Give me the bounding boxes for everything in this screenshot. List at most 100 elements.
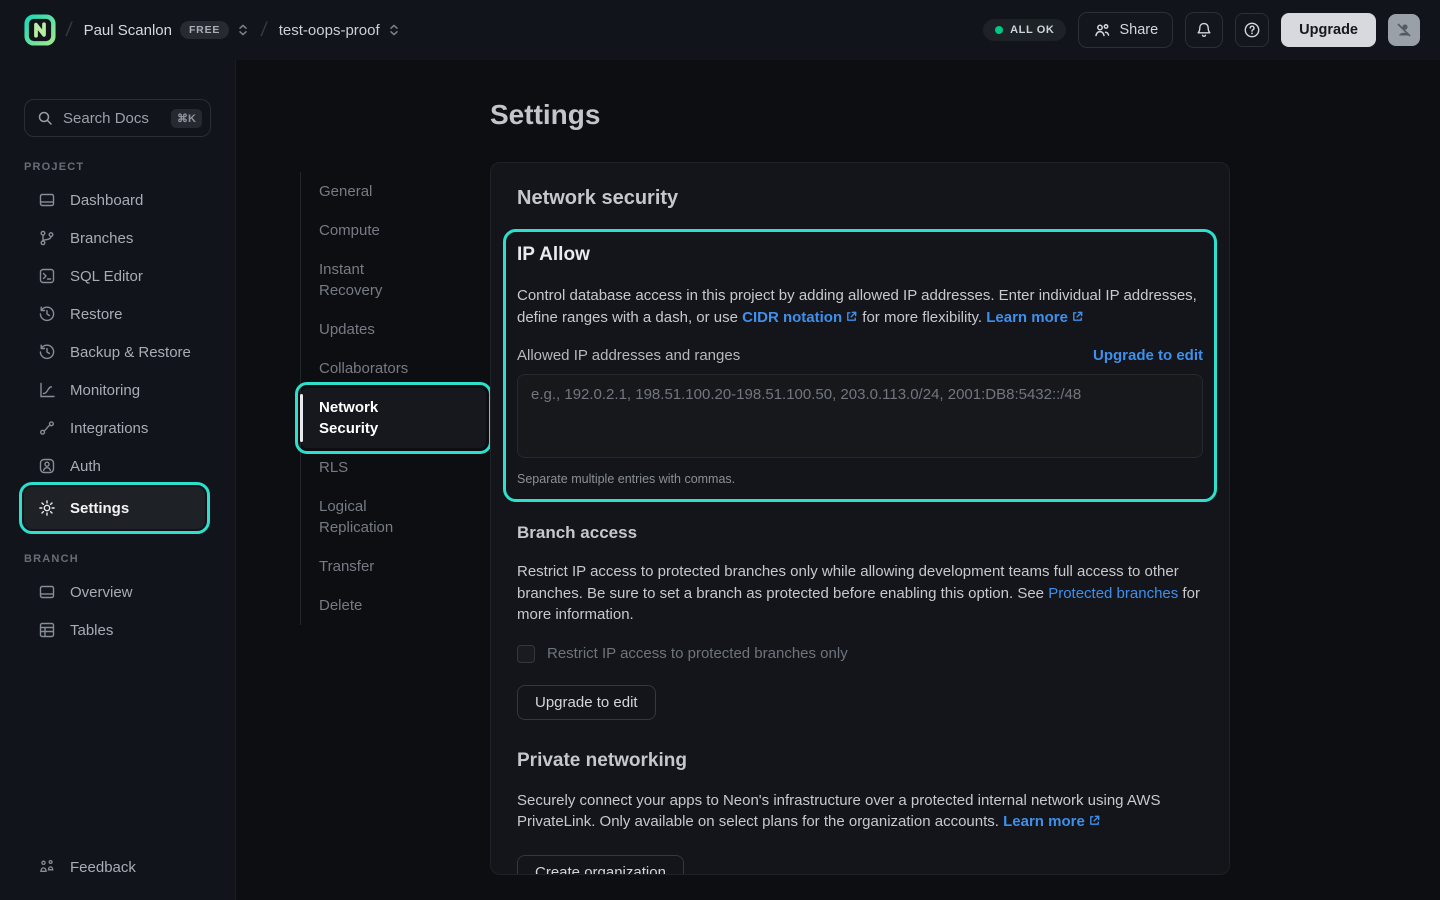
subnav-item-rls[interactable]: RLS <box>301 448 486 487</box>
subnav-label: Delete <box>319 595 362 616</box>
private-learn-more-link[interactable]: Learn more <box>1003 813 1085 830</box>
backup-clock-icon <box>38 343 56 361</box>
upgrade-to-edit-link[interactable]: Upgrade to edit <box>1093 347 1203 364</box>
subnav-label: Collaborators <box>319 358 408 379</box>
sidebar-item-auth[interactable]: Auth <box>24 447 219 485</box>
org-name: Paul Scanlon <box>84 22 172 39</box>
ip-field-header: Allowed IP addresses and ranges Upgrade … <box>517 347 1203 364</box>
sidebar-item-label: Branches <box>70 230 133 247</box>
avatar[interactable] <box>1388 14 1420 46</box>
project-selector[interactable]: test-oops-proof <box>277 18 402 43</box>
people-icon <box>1093 21 1111 39</box>
subnav-item-collaborators[interactable]: Collaborators <box>301 349 486 388</box>
private-networking-description: Securely connect your apps to Neon's inf… <box>517 790 1203 833</box>
sidebar-item-backup-restore[interactable]: Backup & Restore <box>24 333 219 371</box>
chart-icon <box>38 381 56 399</box>
sidebar-item-label: Integrations <box>70 420 148 437</box>
ip-allow-section: IP Allow Control database access in this… <box>506 232 1214 499</box>
subnav-item-transfer[interactable]: Transfer <box>301 547 486 586</box>
question-circle-icon <box>1243 21 1261 39</box>
upgrade-button[interactable]: Upgrade <box>1281 13 1376 47</box>
ip-helper-text: Separate multiple entries with commas. <box>517 472 1203 486</box>
neon-logo-icon[interactable] <box>24 14 56 46</box>
chevron-updown-icon <box>237 23 249 37</box>
sidebar-item-label: Overview <box>70 584 133 601</box>
project-name: test-oops-proof <box>279 22 380 39</box>
bell-icon <box>1195 21 1213 39</box>
settings-subnav: General Compute Instant Recovery Updates… <box>300 172 486 625</box>
network-security-card: Network security IP Allow Control databa… <box>490 162 1230 875</box>
ip-allow-learn-more-link[interactable]: Learn more <box>986 309 1068 326</box>
subnav-item-compute[interactable]: Compute <box>301 211 486 250</box>
subnav-item-instant-recovery[interactable]: Instant Recovery <box>301 250 486 310</box>
sidebar-item-label: Tables <box>70 622 113 639</box>
create-organization-button[interactable]: Create organization <box>517 855 684 876</box>
subnav-item-logical-replication[interactable]: Logical Replication <box>301 487 486 547</box>
sidebar-item-sql-editor[interactable]: SQL Editor <box>24 257 219 295</box>
section-title-network-security: Network security <box>517 187 1203 210</box>
auth-user-icon <box>38 457 56 475</box>
branch-access-title: Branch access <box>517 523 1203 543</box>
notifications-button[interactable] <box>1185 12 1223 48</box>
sidebar-item-restore[interactable]: Restore <box>24 295 219 333</box>
ip-addresses-textarea[interactable] <box>517 374 1203 458</box>
restrict-ip-checkbox[interactable] <box>517 645 535 663</box>
subnav-label: Network Security <box>319 397 423 439</box>
sql-editor-icon <box>38 267 56 285</box>
git-branch-icon <box>38 229 56 247</box>
ip-allow-description: Control database access in this project … <box>517 285 1203 328</box>
overview-icon <box>38 583 56 601</box>
sidebar-item-settings[interactable]: Settings <box>24 487 205 529</box>
sidebar-item-branches[interactable]: Branches <box>24 219 219 257</box>
subnav-label: Compute <box>319 220 380 241</box>
feedback-button[interactable]: Feedback <box>24 858 136 876</box>
subnav-item-network-security[interactable]: Network Security <box>301 388 486 448</box>
help-button[interactable] <box>1235 13 1269 47</box>
status-label: ALL OK <box>1010 24 1054 36</box>
private-networking-title: Private networking <box>517 750 1203 772</box>
branch-access-description: Restrict IP access to protected branches… <box>517 561 1203 626</box>
sidebar-section-project: PROJECT <box>24 161 235 173</box>
dashboard-icon <box>38 191 56 209</box>
breadcrumb-divider: / <box>260 19 269 42</box>
search-placeholder: Search Docs <box>63 110 161 127</box>
share-button[interactable]: Share <box>1078 12 1173 48</box>
subnav-item-general[interactable]: General <box>301 172 486 211</box>
subnav-label: General <box>319 181 372 202</box>
branch-upgrade-to-edit-button[interactable]: Upgrade to edit <box>517 685 656 720</box>
subnav-label: RLS <box>319 457 348 478</box>
sidebar-item-label: SQL Editor <box>70 268 143 285</box>
subnav-item-updates[interactable]: Updates <box>301 310 486 349</box>
feedback-people-icon <box>38 858 56 876</box>
sidebar-item-label: Restore <box>70 306 123 323</box>
sidebar-item-integrations[interactable]: Integrations <box>24 409 219 447</box>
external-link-icon <box>1088 814 1101 827</box>
sidebar-item-monitoring[interactable]: Monitoring <box>24 371 219 409</box>
subnav-item-delete[interactable]: Delete <box>301 586 486 625</box>
subnav-label: Transfer <box>319 556 374 577</box>
page-title: Settings <box>490 99 600 131</box>
sidebar-item-label: Auth <box>70 458 101 475</box>
subnav-label: Updates <box>319 319 375 340</box>
protected-branches-link[interactable]: Protected branches <box>1048 585 1178 602</box>
search-docs-input[interactable]: Search Docs ⌘K <box>24 99 211 137</box>
status-ok-dot-icon <box>995 26 1003 34</box>
external-link-icon <box>1071 310 1084 323</box>
integrations-icon <box>38 419 56 437</box>
search-shortcut: ⌘K <box>171 109 202 128</box>
search-icon <box>37 110 53 126</box>
topbar: / Paul Scanlon FREE / test-oops-proof AL… <box>0 0 1440 60</box>
avatar-placeholder-icon <box>1394 20 1414 40</box>
org-selector[interactable]: Paul Scanlon FREE <box>82 17 252 43</box>
sidebar-item-dashboard[interactable]: Dashboard <box>24 181 219 219</box>
sidebar-item-overview[interactable]: Overview <box>24 573 219 611</box>
table-icon <box>38 621 56 639</box>
sidebar-item-tables[interactable]: Tables <box>24 611 219 649</box>
share-label: Share <box>1119 22 1158 38</box>
cidr-notation-link[interactable]: CIDR notation <box>742 309 842 326</box>
chevron-updown-icon <box>388 23 400 37</box>
subnav-label: Instant Recovery <box>319 259 423 301</box>
breadcrumb-divider: / <box>64 19 73 42</box>
plan-badge: FREE <box>180 21 229 39</box>
system-status-pill[interactable]: ALL OK <box>983 19 1066 41</box>
